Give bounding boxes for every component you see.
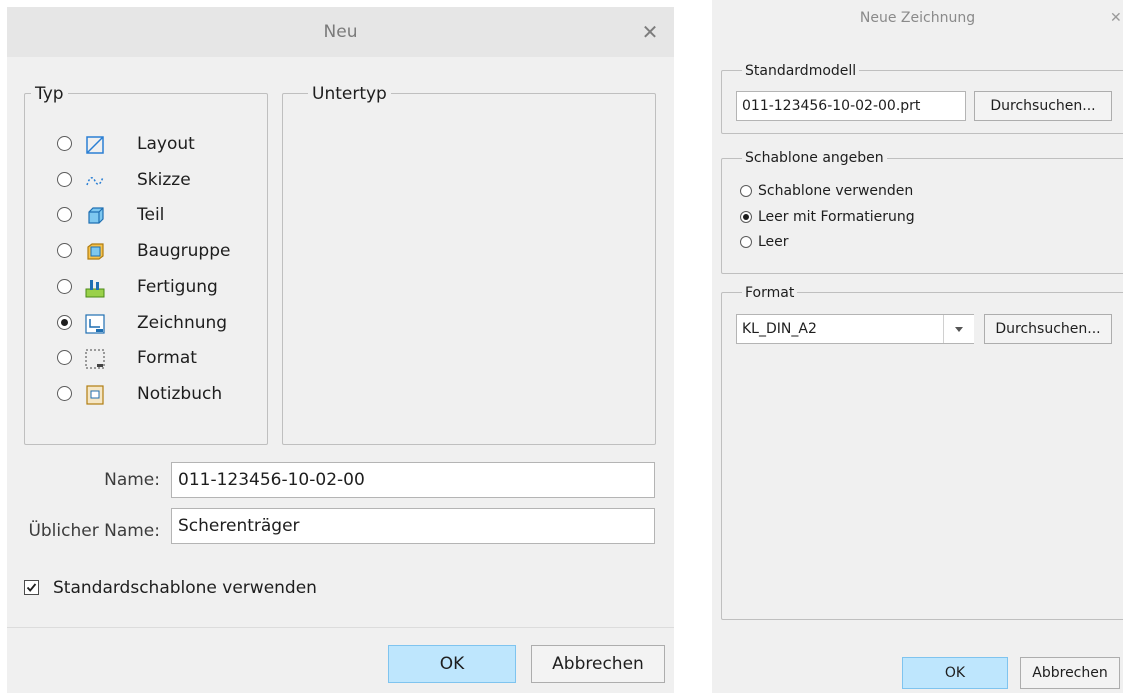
close-icon[interactable]: ✕ xyxy=(1110,8,1123,28)
chevron-down-icon xyxy=(955,327,963,332)
common-name-label: Üblicher Name: xyxy=(28,521,160,541)
template-label-empty: Leer xyxy=(758,234,789,250)
template-radio-empty[interactable] xyxy=(740,236,752,248)
type-label-teil: Teil xyxy=(137,205,165,225)
default-model-legend: Standardmodell xyxy=(742,63,860,79)
default-model-input[interactable]: 011-123456-10-02-00.prt xyxy=(736,91,966,121)
format-dropdown-toggle[interactable] xyxy=(943,315,974,343)
subtype-group-legend: Untertyp xyxy=(308,84,391,104)
dialog-title: Neu xyxy=(323,22,358,42)
type-radio-notizbuch[interactable] xyxy=(57,386,72,401)
manufacturing-icon xyxy=(85,280,105,298)
type-radio-teil[interactable] xyxy=(57,207,72,222)
new-drawing-dialog: Neue Zeichnung ✕ Standardmodell 011-1234… xyxy=(712,0,1123,693)
cancel-button[interactable]: Abbrechen xyxy=(531,645,665,683)
format-legend: Format xyxy=(742,285,798,301)
close-icon[interactable]: ✕ xyxy=(637,19,663,45)
type-label-layout: Layout xyxy=(137,134,195,154)
type-group-legend: Typ xyxy=(31,84,68,104)
layout-icon xyxy=(86,136,104,154)
type-radio-skizze[interactable] xyxy=(57,172,72,187)
name-input[interactable]: 011-123456-10-02-00 xyxy=(171,462,655,498)
type-label-skizze: Skizze xyxy=(137,170,191,190)
ok-button[interactable]: OK xyxy=(388,645,516,683)
template-legend: Schablone angeben xyxy=(742,150,887,166)
type-label-format: Format xyxy=(137,348,197,368)
type-radio-layout[interactable] xyxy=(57,136,72,151)
drawing-icon xyxy=(85,314,105,334)
type-label-notizbuch: Notizbuch xyxy=(137,384,223,404)
template-label-use-template: Schablone verwenden xyxy=(758,183,914,199)
type-radio-format[interactable] xyxy=(57,350,72,365)
cancel-button[interactable]: Abbrechen xyxy=(1020,657,1120,689)
format-select[interactable]: KL_DIN_A2 xyxy=(736,314,974,344)
dialog-title: Neue Zeichnung xyxy=(859,10,976,26)
name-label: Name: xyxy=(104,470,160,490)
format-icon xyxy=(85,349,105,369)
type-radio-baugruppe[interactable] xyxy=(57,243,72,258)
template-radio-empty-with-format[interactable] xyxy=(740,211,752,223)
type-label-zeichnung: Zeichnung xyxy=(137,313,228,333)
use-default-template-label: Standardschablone verwenden xyxy=(53,578,317,598)
type-label-baugruppe: Baugruppe xyxy=(137,241,231,261)
separator xyxy=(7,627,674,628)
new-dialog: Neu ✕ Typ Untertyp Layout Skizze Teil Ba… xyxy=(7,7,674,693)
type-radio-fertigung[interactable] xyxy=(57,279,72,294)
format-select-value: KL_DIN_A2 xyxy=(742,321,817,337)
notebook-icon xyxy=(86,385,104,405)
use-default-template-checkbox[interactable] xyxy=(24,580,39,595)
sketch-icon xyxy=(86,176,104,186)
type-radio-zeichnung[interactable] xyxy=(57,315,72,330)
template-label-empty-with-format: Leer mit Formatierung xyxy=(758,209,915,225)
checkmark-icon xyxy=(26,583,37,592)
ok-button[interactable]: OK xyxy=(902,657,1008,689)
type-label-fertigung: Fertigung xyxy=(137,277,218,297)
template-radio-use-template[interactable] xyxy=(740,185,752,197)
default-model-browse-button[interactable]: Durchsuchen... xyxy=(974,91,1112,121)
subtype-group xyxy=(282,93,656,445)
format-browse-button[interactable]: Durchsuchen... xyxy=(984,314,1112,344)
assembly-icon xyxy=(87,243,104,260)
common-name-input[interactable]: Scherenträger xyxy=(171,508,655,544)
part-icon xyxy=(88,207,104,224)
